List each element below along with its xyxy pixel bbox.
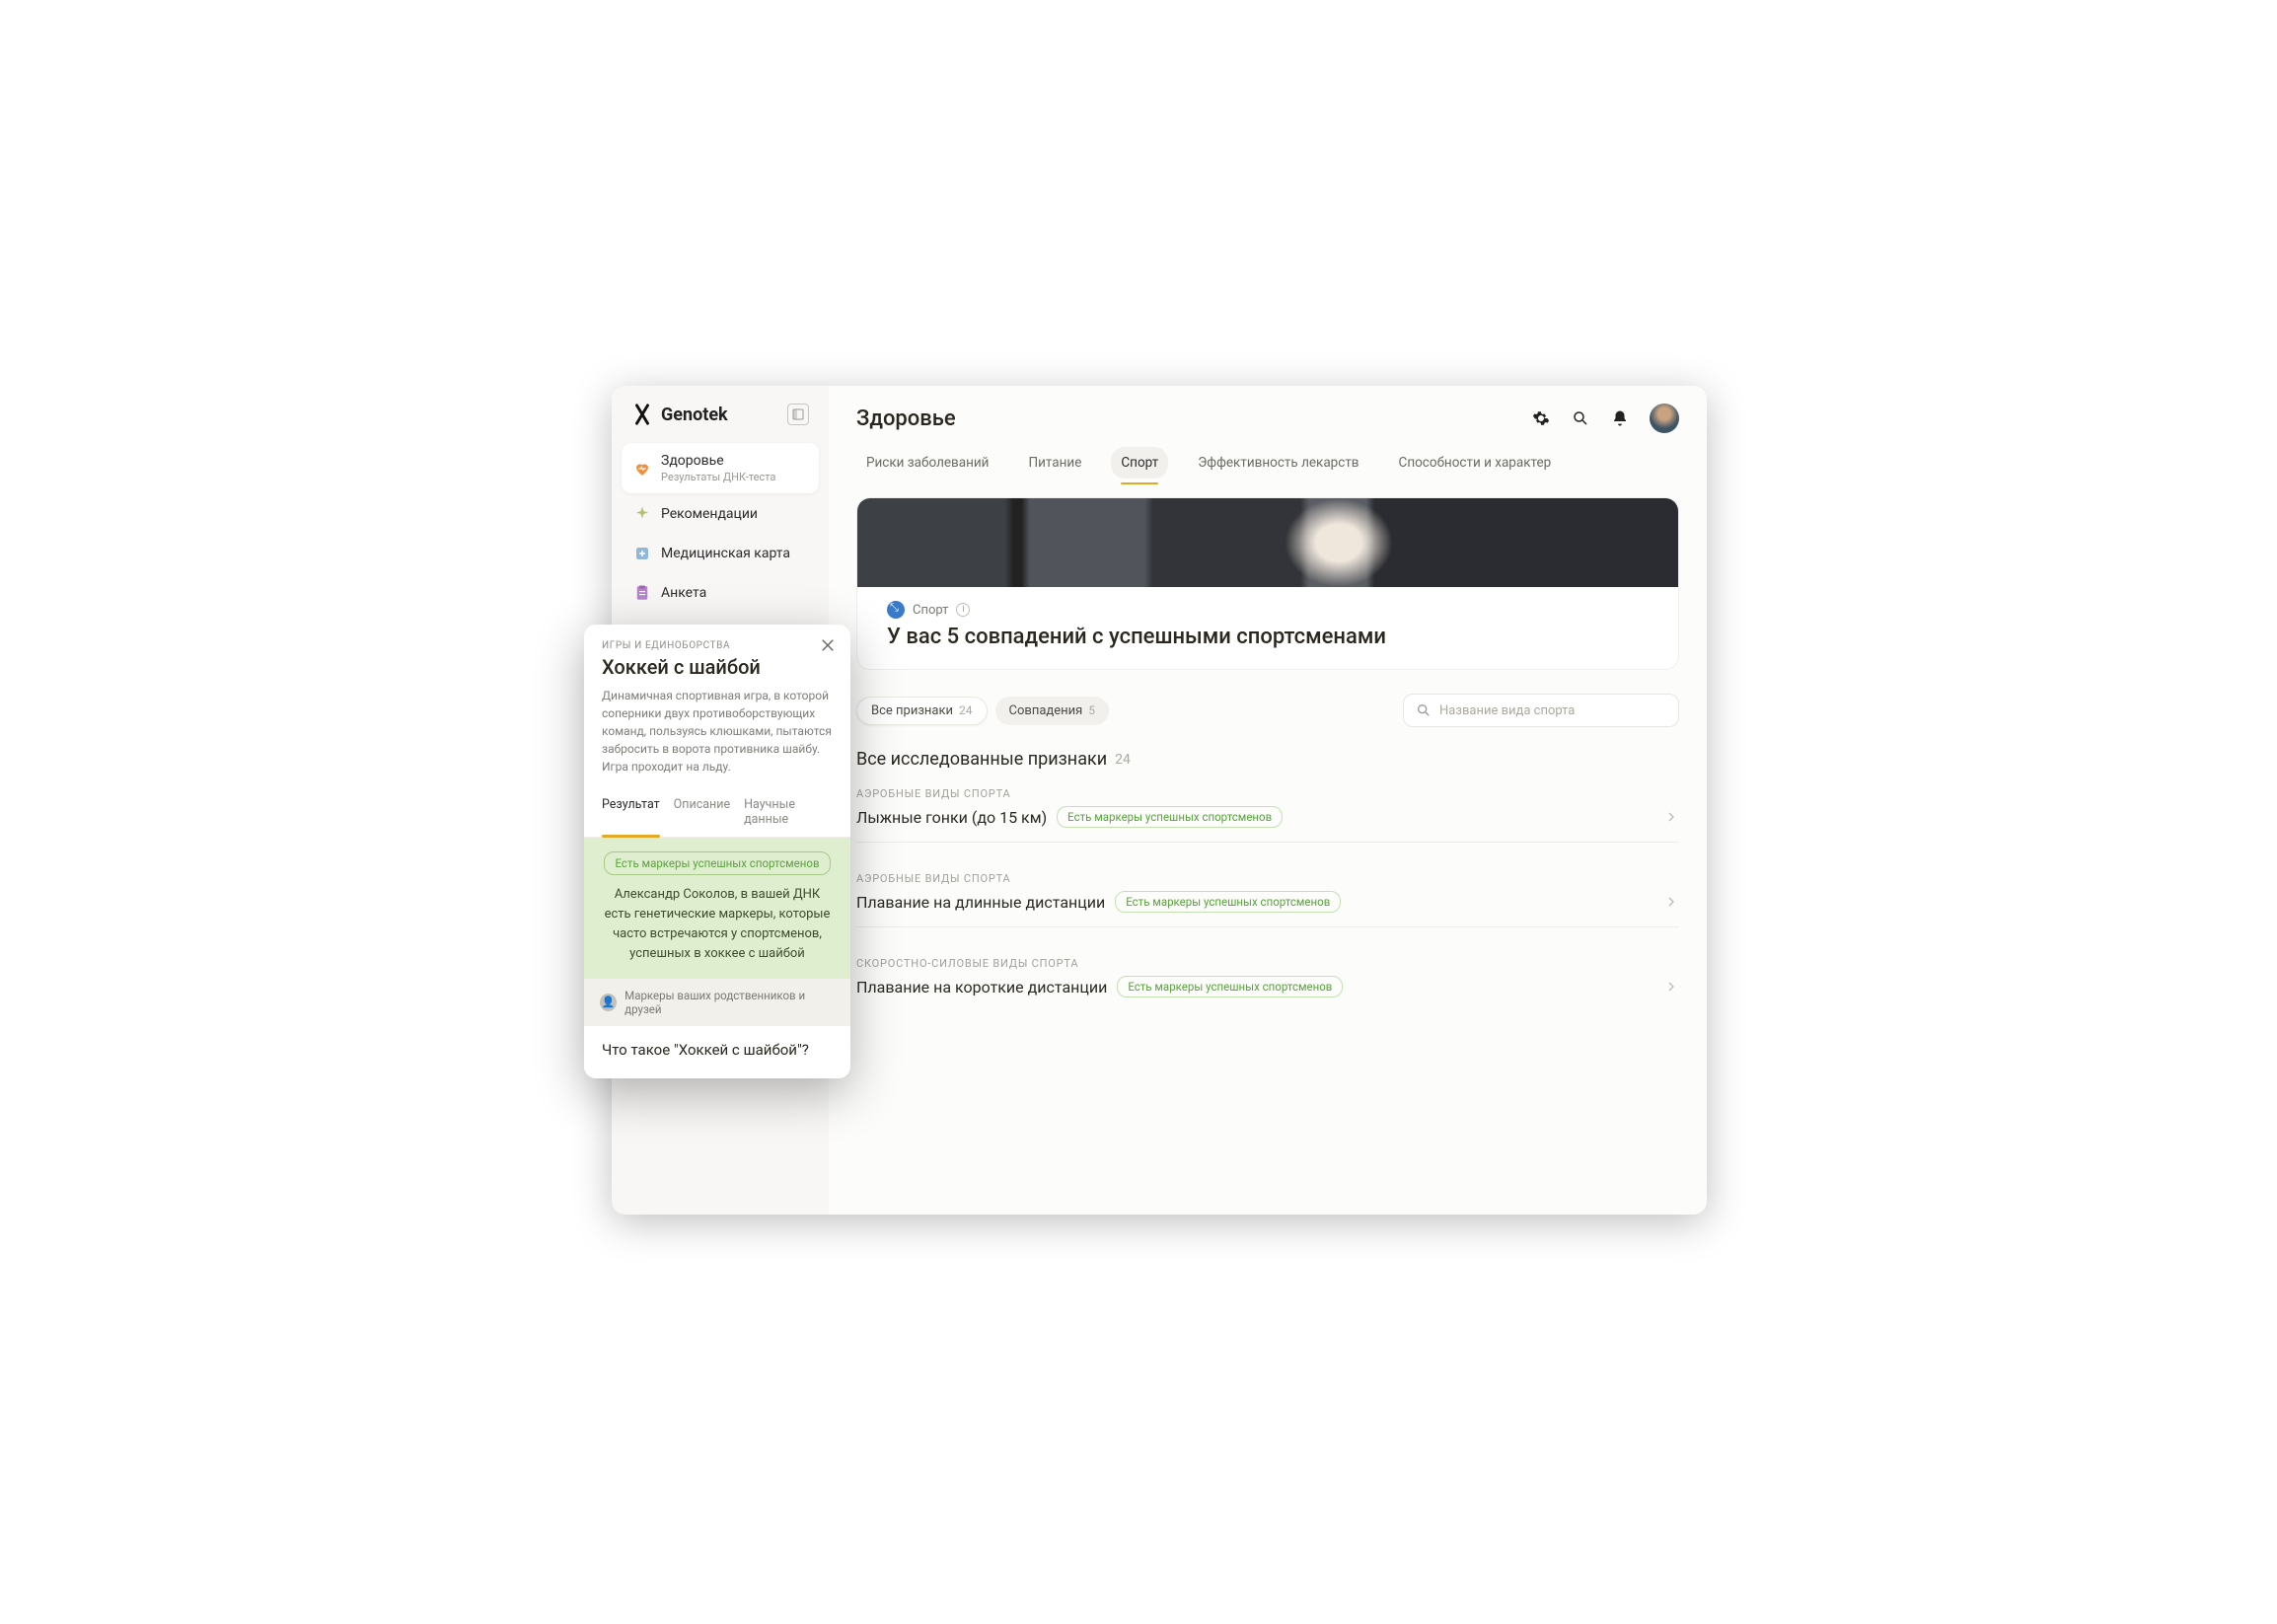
search-icon	[1416, 702, 1432, 718]
brand-name: Genotek	[661, 405, 728, 425]
logo-icon	[631, 404, 653, 425]
sidebar-item-sublabel: Результаты ДНК-теста	[661, 471, 775, 483]
person-icon: 👤	[600, 994, 617, 1011]
chevron-right-icon	[1663, 894, 1679, 910]
clipboard-icon	[633, 584, 651, 602]
tab-risks[interactable]: Риски заболеваний	[856, 447, 998, 479]
chevron-right-icon	[1663, 979, 1679, 995]
hero-image	[857, 498, 1678, 587]
sport-category: АЭРОБНЫЕ ВИДЫ СПОРТА	[856, 872, 1679, 885]
hero-headline: У вас 5 совпадений с успешными спортсмен…	[887, 625, 1649, 649]
detail-tab-research[interactable]: Научные данные	[744, 797, 833, 837]
detail-tab-result[interactable]: Результат	[602, 797, 660, 837]
tab-abilities[interactable]: Способности и характер	[1389, 447, 1562, 479]
search-input[interactable]	[1439, 703, 1666, 718]
chip-count: 5	[1088, 703, 1095, 717]
section-count: 24	[1115, 752, 1131, 768]
hero-card[interactable]: Спорт i У вас 5 совпадений с успешными с…	[856, 497, 1679, 670]
search-input-wrapper[interactable]	[1403, 694, 1679, 727]
tab-label: Результат	[602, 797, 660, 812]
tab-label: Способности и характер	[1399, 455, 1552, 471]
sidebar-collapse-button[interactable]	[787, 404, 809, 425]
section-title: Все исследованные признаки	[856, 749, 1107, 770]
notifications-button[interactable]	[1610, 408, 1630, 428]
marker-badge: Есть маркеры успешных спортсменов	[1115, 891, 1341, 913]
info-icon[interactable]: i	[956, 603, 970, 617]
heart-icon	[633, 460, 651, 478]
tab-drugs[interactable]: Эффективность лекарств	[1188, 447, 1368, 479]
page-title: Здоровье	[856, 406, 956, 431]
close-button[interactable]	[819, 636, 837, 654]
hero-category: Спорт	[913, 603, 948, 618]
detail-question: Что такое "Хоккей с шайбой"?	[584, 1026, 850, 1078]
tab-sport[interactable]: Спорт	[1111, 447, 1168, 479]
chip-label: Совпадения	[1009, 703, 1083, 718]
sport-name: Лыжные гонки (до 15 км)	[856, 808, 1047, 827]
sidebar-item-label: Здоровье	[661, 453, 775, 469]
sport-name: Плавание на длинные дистанции	[856, 893, 1105, 912]
filter-chip-all[interactable]: Все признаки 24	[856, 697, 988, 725]
sport-item[interactable]: АЭРОБНЫЕ ВИДЫ СПОРТА Лыжные гонки (до 15…	[856, 787, 1679, 843]
sidebar-item-recommendations[interactable]: Рекомендации	[622, 495, 819, 533]
detail-relatives-row[interactable]: 👤 Маркеры ваших родственников и друзей	[584, 979, 850, 1026]
detail-description: Динамичная спортивная игра, в которой со…	[602, 687, 833, 775]
tab-label: Описание	[674, 797, 730, 812]
search-button[interactable]	[1571, 408, 1590, 428]
filter-chip-matches[interactable]: Совпадения 5	[995, 697, 1110, 725]
tab-nutrition[interactable]: Питание	[1018, 447, 1091, 479]
detail-title: Хоккей с шайбой	[602, 655, 833, 679]
detail-subheading: ИГРЫ И ЕДИНОБОРСТВА	[602, 640, 833, 651]
tab-label: Питание	[1028, 455, 1081, 471]
sport-category-icon	[887, 601, 905, 619]
gear-icon	[1532, 409, 1550, 427]
bell-icon	[1611, 409, 1629, 427]
sidebar-item-label: Анкета	[661, 585, 706, 601]
main-content: Здоровье Риски заболеваний Питание Спорт…	[829, 386, 1707, 1215]
sidebar-item-health[interactable]: Здоровье Результаты ДНК-теста	[622, 443, 819, 493]
search-icon	[1572, 409, 1589, 427]
sidebar-item-label: Рекомендации	[661, 506, 758, 522]
chevron-right-icon	[1663, 809, 1679, 825]
sport-item[interactable]: СКОРОСТНО-СИЛОВЫЕ ВИДЫ СПОРТА Плавание н…	[856, 957, 1679, 1011]
tab-label: Спорт	[1121, 455, 1158, 471]
sparkle-icon	[633, 505, 651, 523]
chip-count: 24	[959, 703, 973, 717]
marker-badge: Есть маркеры успешных спортсменов	[604, 851, 830, 875]
sidebar-item-label: Медицинская карта	[661, 546, 790, 561]
sport-name: Плавание на короткие дистанции	[856, 978, 1107, 997]
sport-category: АЭРОБНЫЕ ВИДЫ СПОРТА	[856, 787, 1679, 800]
sport-item[interactable]: АЭРОБНЫЕ ВИДЫ СПОРТА Плавание на длинные…	[856, 872, 1679, 927]
detail-relatives-label: Маркеры ваших родственников и друзей	[624, 989, 835, 1016]
tabs: Риски заболеваний Питание Спорт Эффектив…	[829, 437, 1707, 480]
detail-result-text: Александр Соколов, в вашей ДНК есть гене…	[602, 885, 833, 965]
tab-label: Эффективность лекарств	[1198, 455, 1359, 471]
settings-button[interactable]	[1531, 408, 1551, 428]
panel-icon	[792, 408, 804, 420]
chip-label: Все признаки	[871, 703, 953, 718]
medical-card-icon	[633, 545, 651, 562]
tab-label: Риски заболеваний	[866, 455, 989, 471]
sidebar-item-survey[interactable]: Анкета	[622, 574, 819, 612]
sport-category: СКОРОСТНО-СИЛОВЫЕ ВИДЫ СПОРТА	[856, 957, 1679, 970]
tab-label: Научные данные	[744, 797, 795, 827]
sport-detail-card: ИГРЫ И ЕДИНОБОРСТВА Хоккей с шайбой Дина…	[584, 625, 850, 1078]
marker-badge: Есть маркеры успешных спортсменов	[1057, 806, 1283, 828]
detail-result-panel: Есть маркеры успешных спортсменов Алекса…	[584, 838, 850, 979]
marker-badge: Есть маркеры успешных спортсменов	[1117, 976, 1343, 997]
avatar[interactable]	[1650, 404, 1679, 433]
sidebar-item-medical-card[interactable]: Медицинская карта	[622, 535, 819, 572]
brand-logo[interactable]: Genotek	[631, 404, 728, 425]
detail-tab-description[interactable]: Описание	[674, 797, 730, 837]
